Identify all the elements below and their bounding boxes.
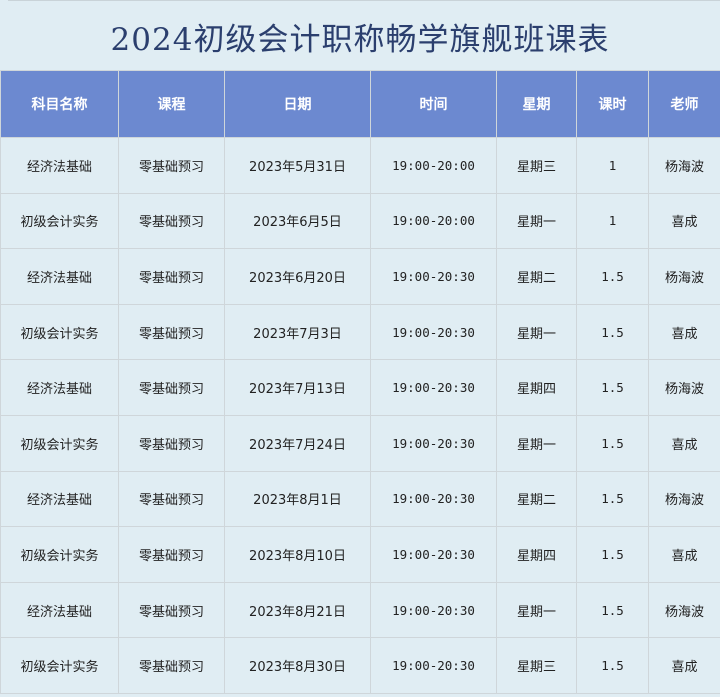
cell-date: 2023年5月31日 xyxy=(224,137,371,194)
cell-teacher: 杨海波 xyxy=(648,581,720,639)
cell-teacher: 喜成 xyxy=(648,637,720,694)
cell-course: 零基础预习 xyxy=(118,526,225,583)
cell-course: 零基础预习 xyxy=(118,248,225,305)
cell-course: 零基础预习 xyxy=(118,581,225,639)
cell-weekday: 星期一 xyxy=(496,581,577,639)
cell-teacher: 杨海波 xyxy=(648,470,720,528)
cell-date: 2023年8月30日 xyxy=(224,637,371,694)
cell-date: 2023年7月13日 xyxy=(224,359,371,416)
header-time: 时间 xyxy=(370,70,497,138)
cell-course: 零基础预习 xyxy=(118,137,225,194)
cell-subject: 经济法基础 xyxy=(0,248,119,305)
cell-course: 零基础预习 xyxy=(118,192,225,250)
cell-date: 2023年7月24日 xyxy=(224,414,371,472)
table-header-row: 科目名称 课程 日期 时间 星期 课时 老师 xyxy=(0,70,720,138)
cell-hours: 1.5 xyxy=(576,637,649,694)
cell-time: 19:00-20:30 xyxy=(370,248,497,305)
cell-course: 零基础预习 xyxy=(118,470,225,528)
cell-date: 2023年8月21日 xyxy=(224,581,371,639)
cell-course: 零基础预习 xyxy=(118,414,225,472)
cell-time: 19:00-20:30 xyxy=(370,359,497,416)
cell-hours: 1.5 xyxy=(576,248,649,305)
header-date: 日期 xyxy=(224,70,371,138)
table-row: 经济法基础 零基础预习 2023年8月21日 19:00-20:30 星期一 1.5 杨海波 xyxy=(0,581,720,639)
cell-weekday: 星期四 xyxy=(496,359,577,416)
cell-weekday: 星期一 xyxy=(496,192,577,250)
cell-date: 2023年6月5日 xyxy=(224,192,371,250)
cell-course: 零基础预习 xyxy=(118,637,225,694)
cell-teacher: 喜成 xyxy=(648,303,720,361)
cell-subject: 初级会计实务 xyxy=(0,192,119,250)
cell-time: 19:00-20:30 xyxy=(370,303,497,361)
cell-hours: 1.5 xyxy=(576,303,649,361)
cell-time: 19:00-20:30 xyxy=(370,637,497,694)
cell-weekday: 星期四 xyxy=(496,526,577,583)
cell-weekday: 星期二 xyxy=(496,470,577,528)
header-weekday: 星期 xyxy=(496,70,577,138)
cell-subject: 经济法基础 xyxy=(0,470,119,528)
header-course: 课程 xyxy=(118,70,225,138)
table-row: 经济法基础 零基础预习 2023年5月31日 19:00-20:00 星期三 1 杨海波 xyxy=(0,137,720,194)
table-row: 经济法基础 零基础预习 2023年8月1日 19:00-20:30 星期二 1.5 杨海波 xyxy=(0,470,720,528)
table-row: 初级会计实务 零基础预习 2023年8月30日 19:00-20:30 星期三 1.5 喜成 xyxy=(0,637,720,694)
schedule-table: 科目名称 课程 日期 时间 星期 课时 老师 经济法基础 零基础预习 2023年5月31日 19:… xyxy=(0,70,720,694)
cell-subject: 经济法基础 xyxy=(0,581,119,639)
cell-subject: 经济法基础 xyxy=(0,359,119,416)
cell-hours: 1 xyxy=(576,192,649,250)
cell-time: 19:00-20:00 xyxy=(370,137,497,194)
cell-subject: 初级会计实务 xyxy=(0,414,119,472)
cell-weekday: 星期一 xyxy=(496,303,577,361)
cell-time: 19:00-20:30 xyxy=(370,414,497,472)
cell-hours: 1.5 xyxy=(576,470,649,528)
cell-subject: 经济法基础 xyxy=(0,137,119,194)
cell-teacher: 杨海波 xyxy=(648,248,720,305)
cell-course: 零基础预习 xyxy=(118,303,225,361)
cell-time: 19:00-20:30 xyxy=(370,581,497,639)
cell-weekday: 星期三 xyxy=(496,637,577,694)
cell-hours: 1.5 xyxy=(576,359,649,416)
header-hours: 课时 xyxy=(576,70,649,138)
cell-time: 19:00-20:30 xyxy=(370,526,497,583)
cell-hours: 1.5 xyxy=(576,526,649,583)
cell-weekday: 星期三 xyxy=(496,137,577,194)
cell-time: 19:00-20:30 xyxy=(370,470,497,528)
table-row: 初级会计实务 零基础预习 2023年6月5日 19:00-20:00 星期一 1 喜成 xyxy=(0,192,720,250)
cell-teacher: 喜成 xyxy=(648,526,720,583)
cell-weekday: 星期二 xyxy=(496,248,577,305)
cell-date: 2023年6月20日 xyxy=(224,248,371,305)
cell-time: 19:00-20:00 xyxy=(370,192,497,250)
cell-subject: 初级会计实务 xyxy=(0,637,119,694)
cell-hours: 1 xyxy=(576,137,649,194)
cell-hours: 1.5 xyxy=(576,581,649,639)
table-row: 初级会计实务 零基础预习 2023年7月3日 19:00-20:30 星期一 1.5 喜成 xyxy=(0,303,720,361)
table-row: 经济法基础 零基础预习 2023年6月20日 19:00-20:30 星期二 1.5 杨海波 xyxy=(0,248,720,305)
top-divider xyxy=(8,0,720,1)
cell-teacher: 杨海波 xyxy=(648,359,720,416)
cell-hours: 1.5 xyxy=(576,414,649,472)
header-subject: 科目名称 xyxy=(0,70,119,138)
page-title: 2024初级会计职称畅学旗舰班课表 xyxy=(110,22,610,58)
cell-teacher: 喜成 xyxy=(648,192,720,250)
cell-subject: 初级会计实务 xyxy=(0,526,119,583)
cell-subject: 初级会计实务 xyxy=(0,303,119,361)
header-teacher: 老师 xyxy=(648,70,720,138)
cell-teacher: 杨海波 xyxy=(648,137,720,194)
cell-date: 2023年7月3日 xyxy=(224,303,371,361)
cell-course: 零基础预习 xyxy=(118,359,225,416)
cell-teacher: 喜成 xyxy=(648,414,720,472)
table-row: 初级会计实务 零基础预习 2023年7月24日 19:00-20:30 星期一 1.5 喜成 xyxy=(0,414,720,472)
cell-date: 2023年8月1日 xyxy=(224,470,371,528)
table-row: 初级会计实务 零基础预习 2023年8月10日 19:00-20:30 星期四 1.5 喜成 xyxy=(0,526,720,583)
table-row: 经济法基础 零基础预习 2023年7月13日 19:00-20:30 星期四 1.5 杨海波 xyxy=(0,359,720,416)
cell-date: 2023年8月10日 xyxy=(224,526,371,583)
cell-weekday: 星期一 xyxy=(496,414,577,472)
